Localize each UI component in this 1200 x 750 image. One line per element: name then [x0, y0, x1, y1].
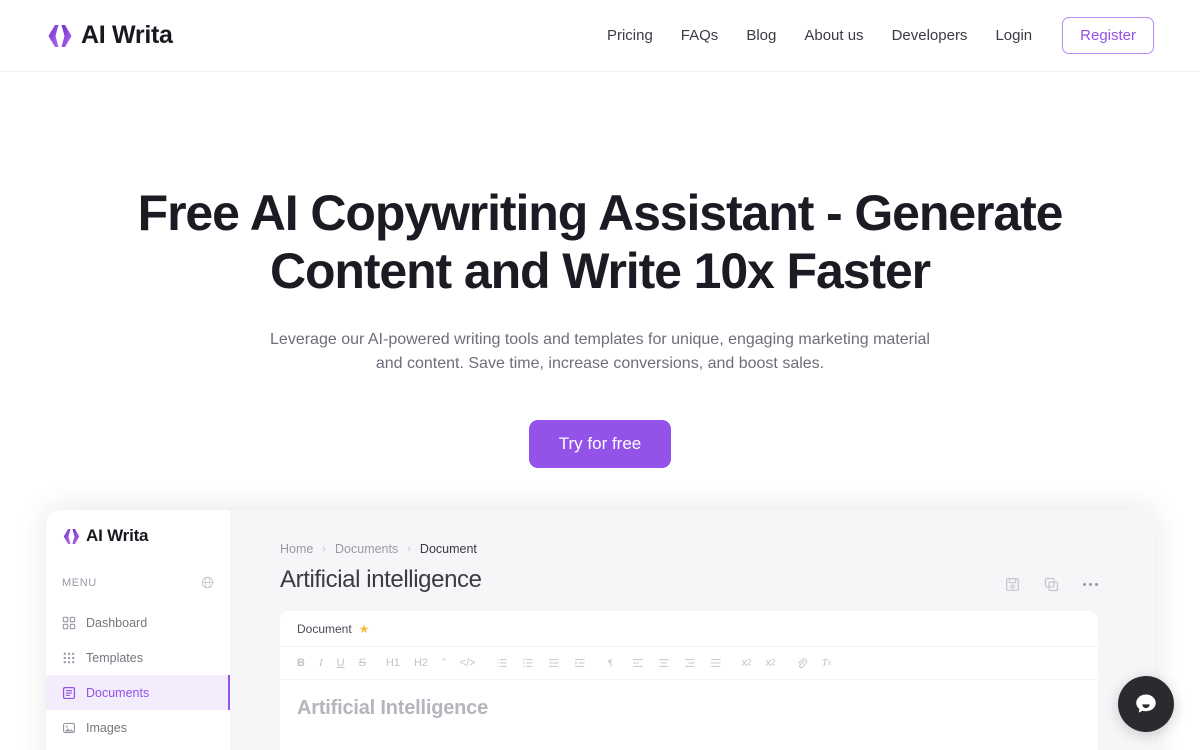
image-icon	[63, 722, 75, 733]
align-center-icon[interactable]	[658, 657, 670, 669]
editor-tab-bar: Document ★	[280, 611, 1098, 647]
toolbar-group-misc: Tx	[796, 657, 832, 669]
code-brackets-icon	[48, 24, 72, 47]
underline-icon[interactable]: U	[337, 657, 345, 669]
sidebar-item-templates[interactable]: Templates	[46, 640, 230, 675]
grid-squares-icon	[62, 616, 76, 629]
outdent-icon[interactable]	[548, 657, 560, 669]
svg-text:¶: ¶	[608, 658, 612, 668]
sidebar-item-label: Dashboard	[86, 615, 148, 630]
sidebar-item-images[interactable]: Images	[46, 710, 230, 745]
main-navigation: Pricing FAQs Blog About us Developers Lo…	[593, 17, 1154, 54]
bullet-list-icon[interactable]	[522, 657, 534, 669]
nav-link-about-us[interactable]: About us	[790, 19, 877, 52]
register-button[interactable]: Register	[1062, 17, 1154, 54]
landing-page: AI Writa Pricing FAQs Blog About us Deve…	[0, 0, 1200, 750]
toolbar-group-lists	[496, 657, 586, 669]
brand-name: AI Writa	[81, 21, 173, 49]
breadcrumb-item-home[interactable]: Home	[280, 542, 313, 556]
editor-toolbar: B I U S H1 H2 ” </> ¶ x 2 x 2 T x	[280, 647, 1098, 680]
heading-2-icon[interactable]: H2	[414, 657, 428, 669]
chat-widget-button[interactable]	[1118, 676, 1174, 732]
sidebar-menu-header: MENU	[46, 576, 230, 589]
site-header: AI Writa Pricing FAQs Blog About us Deve…	[0, 0, 1200, 72]
chat-bubble-icon	[1136, 694, 1156, 713]
document-lines-icon	[62, 686, 76, 699]
page-title: Free AI Copywriting Assistant - Generate…	[137, 185, 1064, 299]
align-right-icon[interactable]	[684, 657, 696, 669]
code-brackets-icon	[63, 528, 80, 544]
app-brand-logo[interactable]: AI Writa	[46, 526, 230, 546]
bold-icon[interactable]: B	[297, 657, 305, 669]
ordered-list-icon[interactable]	[496, 657, 508, 669]
nav-link-login[interactable]: Login	[981, 19, 1046, 52]
more-dots-icon[interactable]	[1083, 583, 1098, 586]
clear-format-icon[interactable]: Tx	[822, 657, 832, 669]
code-block-icon[interactable]: </>	[460, 657, 476, 669]
try-for-free-button[interactable]: Try for free	[528, 420, 672, 468]
copy-icon[interactable]	[1044, 577, 1059, 592]
align-left-icon[interactable]	[632, 657, 644, 669]
save-disk-icon[interactable]	[1005, 577, 1020, 592]
breadcrumb-separator-icon: ›	[407, 543, 411, 555]
dots-grid-icon	[63, 652, 75, 663]
indent-icon[interactable]	[574, 657, 586, 669]
nav-link-faqs[interactable]: FAQs	[667, 19, 733, 52]
toolbar-group-script: x2 x2	[742, 657, 776, 669]
sidebar-item-label: Documents	[86, 685, 150, 700]
sidebar-menu-label: MENU	[62, 576, 97, 589]
app-sidebar: AI Writa MENU Dashboard Templates Docume…	[46, 510, 230, 750]
app-preview-card: AI Writa MENU Dashboard Templates Docume…	[46, 510, 1155, 750]
hero-cta-wrapper: Try for free	[0, 420, 1200, 468]
subscript-icon[interactable]: x2	[742, 657, 752, 669]
document-title: Artificial intelligence	[280, 566, 482, 593]
breadcrumb-item-document[interactable]: Document	[420, 542, 477, 556]
breadcrumb: Home › Documents › Document	[280, 542, 1155, 556]
toolbar-group-block: H1 H2 ” </>	[386, 657, 476, 669]
document-body-heading: Artificial Intelligence	[297, 697, 489, 719]
globe-icon[interactable]	[201, 576, 214, 589]
sidebar-item-documents[interactable]: Documents	[46, 675, 230, 710]
toolbar-group-text-style: B I U S	[297, 657, 366, 669]
blockquote-icon[interactable]: ”	[442, 657, 446, 669]
sidebar-item-dashboard[interactable]: Dashboard	[46, 605, 230, 640]
document-editor-card: Document ★ B I U S H1 H2 ” </> ¶ x 2 x 2…	[280, 611, 1098, 750]
hero-subtitle: Leverage our AI-powered writing tools an…	[270, 331, 930, 372]
app-main-area: Home › Documents › Document Artificial i…	[230, 510, 1155, 750]
document-actions	[1005, 566, 1098, 592]
nav-link-blog[interactable]: Blog	[732, 19, 790, 52]
superscript-icon[interactable]: x2	[766, 657, 776, 669]
brand-logo[interactable]: AI Writa	[46, 21, 173, 50]
link-attachment-icon[interactable]	[796, 657, 808, 669]
sidebar-item-label: Images	[86, 720, 127, 735]
italic-icon[interactable]: I	[319, 657, 323, 669]
document-title-bar: Artificial intelligence	[280, 566, 1155, 594]
breadcrumb-separator-icon: ›	[322, 543, 327, 555]
editor-tab-document[interactable]: Document	[297, 622, 352, 636]
hero-section: Free AI Copywriting Assistant - Generate…	[0, 72, 1200, 468]
star-icon[interactable]: ★	[359, 622, 370, 636]
heading-1-icon[interactable]: H1	[386, 657, 400, 669]
sidebar-item-label: Templates	[86, 650, 143, 665]
strikethrough-icon[interactable]: S	[359, 657, 366, 669]
breadcrumb-item-documents[interactable]: Documents	[335, 542, 398, 556]
align-justify-icon[interactable]	[710, 657, 722, 669]
app-brand-name: AI Writa	[86, 526, 149, 545]
nav-link-developers[interactable]: Developers	[878, 19, 982, 52]
text-direction-icon[interactable]: ¶	[606, 657, 618, 669]
toolbar-group-align: ¶	[606, 657, 722, 669]
nav-link-pricing[interactable]: Pricing	[593, 19, 667, 52]
document-body[interactable]: Artificial Intelligence	[280, 680, 1098, 720]
